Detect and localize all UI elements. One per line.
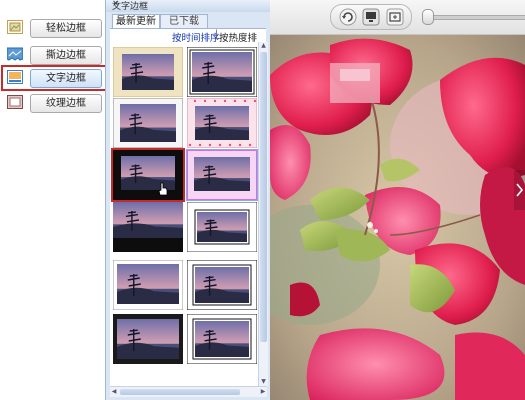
- horizontal-scrollbar[interactable]: ◀ ▶: [110, 386, 267, 397]
- zoom-slider-track[interactable]: [427, 15, 525, 20]
- fit-screen-icon[interactable]: [386, 8, 404, 26]
- frame-thumbnail[interactable]: [113, 47, 183, 97]
- frame-thumbnail-image: [187, 150, 257, 200]
- sort-bar: 按时间排序 | 按热度排序: [110, 28, 266, 58]
- tab-latest[interactable]: 最新更新: [112, 14, 160, 29]
- frame-thumbnail[interactable]: [187, 314, 257, 364]
- frame-thumbnail-image: [113, 202, 183, 252]
- sidebar-item-text-frame[interactable]: 文字边框: [1, 65, 107, 91]
- frame-thumbnail[interactable]: [111, 148, 185, 202]
- sidebar-item-texture-frame[interactable]: 纹理边框: [4, 93, 104, 113]
- frame-thumbnail[interactable]: [113, 260, 183, 310]
- scroll-thumb[interactable]: [260, 52, 267, 342]
- frame-thumbnail-image: [187, 202, 257, 252]
- scroll-left-icon[interactable]: ◀: [110, 387, 118, 397]
- frame-category-sidebar: 轻松边框 撕边边框 文字边框 纹理边框: [0, 0, 107, 400]
- scroll-up-icon[interactable]: ▲: [259, 42, 268, 50]
- frame-thumbnail-grid: [110, 42, 258, 386]
- easy-frame-icon: [7, 20, 23, 34]
- frame-thumbnail[interactable]: [187, 202, 257, 252]
- frame-thumbnail-image: [113, 260, 183, 310]
- frame-thumbnail[interactable]: [186, 149, 258, 201]
- photo-preview-area: [270, 0, 525, 400]
- frame-thumbnail-image: [187, 47, 257, 97]
- frame-thumbnail[interactable]: [113, 202, 183, 252]
- frame-thumbnail[interactable]: [113, 98, 183, 148]
- frame-thumbnail-image: [113, 47, 183, 97]
- preview-toolbar: [270, 0, 525, 35]
- sidebar-item-easy-frame[interactable]: 轻松边框: [4, 18, 104, 38]
- frame-thumbnail-image: [113, 150, 183, 200]
- hand-cursor-icon: [158, 182, 168, 196]
- sidebar-item-label: 文字边框: [30, 69, 102, 88]
- frame-thumbnail[interactable]: [187, 260, 257, 310]
- panel-titlebar: 文字边框 ×: [106, 0, 270, 12]
- close-icon[interactable]: ×: [112, 0, 266, 9]
- scroll-right-icon[interactable]: ▶: [259, 387, 267, 397]
- next-image-arrow-icon[interactable]: [514, 170, 525, 210]
- frame-thumbnail[interactable]: [113, 314, 183, 364]
- refresh-icon[interactable]: [339, 8, 357, 26]
- vertical-scrollbar[interactable]: ▲ ▼: [258, 42, 268, 386]
- torn-edge-icon: [7, 47, 23, 61]
- texture-frame-icon: [7, 95, 23, 109]
- view-button-group: [330, 4, 412, 30]
- frame-thumbnail[interactable]: [187, 98, 257, 148]
- sidebar-item-torn-edge[interactable]: 撕边边框: [4, 45, 104, 65]
- text-frame-icon: [7, 70, 23, 84]
- frame-thumbnail-image: [113, 314, 183, 364]
- sidebar-item-label: 纹理边框: [30, 94, 102, 113]
- monitor-icon[interactable]: [362, 8, 380, 26]
- scroll-thumb-horizontal[interactable]: [120, 389, 240, 395]
- sidebar-item-label: 撕边边框: [30, 46, 102, 65]
- frame-thumbnail[interactable]: [187, 47, 257, 97]
- frame-thumbnail-image: [113, 98, 183, 148]
- sidebar-item-label: 轻松边框: [30, 19, 102, 38]
- frame-thumbnail-image: [187, 260, 257, 310]
- sort-separator: |: [215, 29, 219, 40]
- frame-thumbnail-image: [187, 98, 257, 148]
- zoom-slider-handle[interactable]: [422, 9, 434, 25]
- scroll-down-icon[interactable]: ▼: [259, 378, 268, 386]
- tab-downloaded[interactable]: 已下载: [160, 14, 208, 29]
- frame-picker-panel: 文字边框 × 最新更新 已下载 按时间排序 | 按热度排序 ▲ ▼ ◀ ▶: [105, 0, 271, 400]
- frame-thumbnail-image: [187, 314, 257, 364]
- preview-photo: [270, 35, 525, 400]
